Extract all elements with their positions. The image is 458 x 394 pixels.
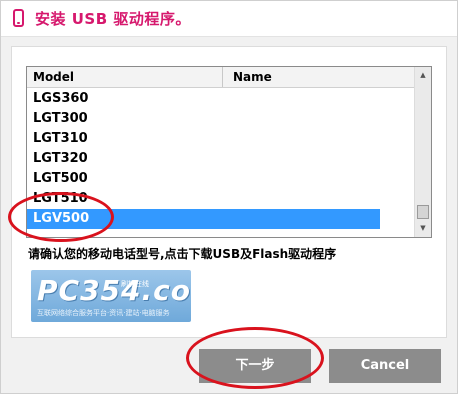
list-item[interactable]: LGT510	[27, 189, 380, 209]
scrollbar-thumb[interactable]	[417, 205, 429, 219]
column-header-model[interactable]: Model	[27, 67, 223, 87]
list-header: Model Name	[27, 67, 415, 88]
mobile-phone-icon	[13, 9, 24, 27]
title-bar: 安装 USB 驱动程序。	[1, 1, 457, 37]
vertical-scrollbar[interactable]: ▲ ▼	[414, 67, 431, 237]
next-button[interactable]: 下一步	[199, 349, 311, 383]
list-item[interactable]: LGT500	[27, 169, 380, 189]
instruction-text: 请确认您的移动电话型号,点击下载USB及Flash驱动程序	[28, 247, 337, 261]
list-item[interactable]: LGT320	[27, 149, 380, 169]
scroll-up-arrow-icon[interactable]: ▲	[415, 67, 431, 84]
watermark-small-text: 刷机在线	[121, 280, 149, 288]
list-item-selected[interactable]: LGV500	[27, 209, 380, 229]
watermark-tagline: 互联网络综合服务平台·资讯·建站·电脑服务	[37, 309, 170, 317]
dialog-title: 安装 USB 驱动程序。	[35, 10, 191, 28]
content-panel: Model Name LGS360 LGT300 LGT310 LGT320 L…	[11, 46, 447, 338]
list-rows: LGS360 LGT300 LGT310 LGT320 LGT500 LGT51…	[27, 89, 415, 229]
scroll-down-arrow-icon[interactable]: ▼	[415, 220, 431, 237]
list-item[interactable]: LGT300	[27, 109, 380, 129]
site-watermark-logo: PC354.com 刷机在线 互联网络综合服务平台·资讯·建站·电脑服务	[31, 270, 191, 322]
watermark-logo-text: PC354.com	[37, 274, 191, 307]
install-usb-driver-dialog: 安装 USB 驱动程序。 Model Name LGS360 LGT300 LG…	[0, 0, 458, 394]
model-listview[interactable]: Model Name LGS360 LGT300 LGT310 LGT320 L…	[26, 66, 432, 238]
list-item[interactable]: LGS360	[27, 89, 380, 109]
list-item[interactable]: LGT310	[27, 129, 380, 149]
column-header-name[interactable]: Name	[223, 67, 415, 87]
cancel-button[interactable]: Cancel	[329, 349, 441, 383]
